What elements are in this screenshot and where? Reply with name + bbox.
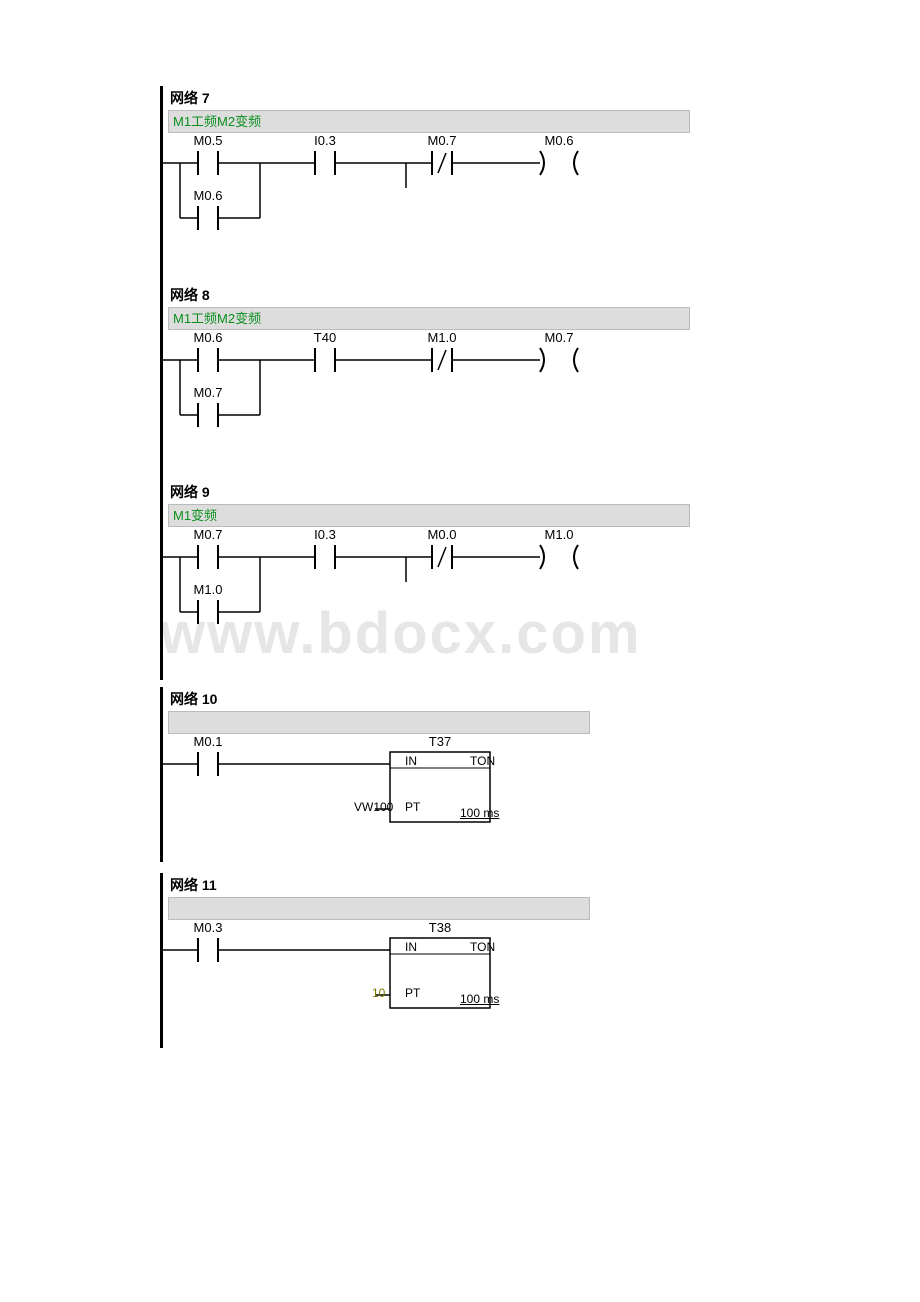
contact-label: I0.3 bbox=[314, 527, 336, 542]
timer-type: TON bbox=[470, 754, 495, 768]
timer-pt: PT bbox=[405, 800, 420, 814]
timer-type: TON bbox=[470, 940, 495, 954]
network-comment: M1变频 bbox=[168, 504, 690, 527]
timer-in: IN bbox=[405, 940, 417, 954]
ladder-svg bbox=[160, 330, 690, 470]
timer-pt: PT bbox=[405, 986, 420, 1000]
contact-label: M0.6 bbox=[194, 188, 223, 203]
contact-label: M1.0 bbox=[194, 582, 223, 597]
ladder-svg bbox=[160, 133, 690, 273]
network-comment: . bbox=[168, 897, 590, 920]
network-11: 网络 11 . M0.3 T38 IN TON 10 PT 100 ms bbox=[160, 873, 590, 1048]
timer-name: T38 bbox=[429, 920, 451, 935]
timer-pt-val: 10 bbox=[372, 986, 385, 1000]
timer-name: T37 bbox=[429, 734, 451, 749]
contact-label: M0.7 bbox=[194, 527, 223, 542]
network-7: 网络 7 M1工频M2变频 bbox=[160, 86, 690, 286]
contact-label: T40 bbox=[314, 330, 336, 345]
contact-label: M0.7 bbox=[428, 133, 457, 148]
contact-label: M0.1 bbox=[194, 734, 223, 749]
ladder-svg bbox=[160, 527, 690, 667]
contact-label: M0.0 bbox=[428, 527, 457, 542]
timer-in: IN bbox=[405, 754, 417, 768]
network-title: 网络 7 bbox=[160, 86, 690, 110]
network-title: 网络 10 bbox=[160, 687, 590, 711]
ladder-svg bbox=[160, 734, 590, 854]
network-title: 网络 8 bbox=[160, 283, 690, 307]
timer-res: 100 ms bbox=[460, 992, 499, 1006]
network-comment: . bbox=[168, 711, 590, 734]
timer-res: 100 ms bbox=[460, 806, 499, 820]
coil-label: M0.6 bbox=[545, 133, 574, 148]
contact-label: M0.7 bbox=[194, 385, 223, 400]
contact-label: M0.6 bbox=[194, 330, 223, 345]
network-comment: M1工频M2变频 bbox=[168, 307, 690, 330]
contact-label: M0.3 bbox=[194, 920, 223, 935]
coil-label: M1.0 bbox=[545, 527, 574, 542]
network-8: 网络 8 M1工频M2变频 bbox=[160, 283, 690, 483]
network-10: 网络 10 . M0.1 T37 IN TON VW100 PT 100 ms bbox=[160, 687, 590, 862]
ladder-svg bbox=[160, 920, 590, 1040]
network-comment: M1工频M2变频 bbox=[168, 110, 690, 133]
contact-label: M0.5 bbox=[194, 133, 223, 148]
coil-label: M0.7 bbox=[545, 330, 574, 345]
contact-label: I0.3 bbox=[314, 133, 336, 148]
network-title: 网络 11 bbox=[160, 873, 590, 897]
network-title: 网络 9 bbox=[160, 480, 690, 504]
network-9: 网络 9 M1变频 bbox=[160, 480, 690, 680]
timer-pt-val: VW100 bbox=[354, 800, 393, 814]
contact-label: M1.0 bbox=[428, 330, 457, 345]
